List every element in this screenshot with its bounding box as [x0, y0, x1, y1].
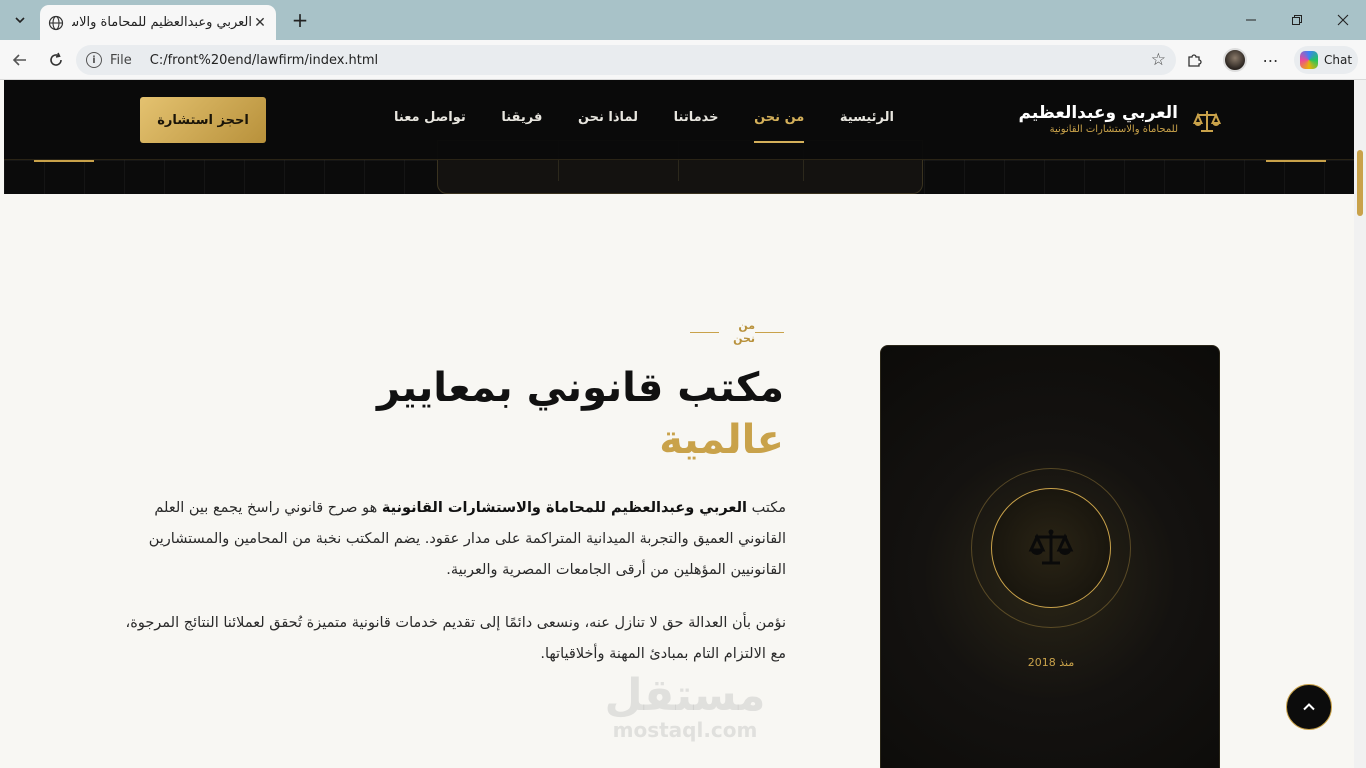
- browser-tab-bar: العربي وعبدالعظيم للمحاماة والاستشارات ا…: [0, 0, 1366, 40]
- nav-link-team[interactable]: فريقنا: [501, 110, 542, 134]
- watermark-url: mostaql.com: [612, 718, 758, 742]
- back-button[interactable]: [6, 46, 34, 74]
- copilot-icon: [1300, 51, 1318, 69]
- section-heading: مكتب قانوني بمعايير عالمية: [304, 362, 784, 466]
- extensions-button[interactable]: [1180, 46, 1208, 74]
- url-scheme: File: [110, 52, 132, 68]
- minimize-icon: [1246, 19, 1256, 21]
- nav-link-why-us[interactable]: لماذا نحن: [578, 110, 638, 134]
- decorative-line: [1266, 160, 1326, 162]
- new-tab-button[interactable]: +: [288, 8, 312, 32]
- decorative-line: [34, 160, 94, 162]
- nav-link-home[interactable]: الرئيسية: [840, 110, 894, 134]
- nav-link-about[interactable]: من نحن: [754, 110, 805, 143]
- section-label: من نحن: [690, 319, 784, 345]
- emblem-circle: [991, 488, 1111, 608]
- site-navbar: العربي وعبدالعظيم للمحاماة والاستشارات ا…: [4, 80, 1354, 160]
- nav-link-contact[interactable]: تواصل معنا: [394, 110, 466, 134]
- more-menu-button[interactable]: ⋯: [1257, 46, 1285, 74]
- nav-links: الرئيسية من نحن خدماتنا لماذا نحن فريقنا…: [394, 110, 894, 143]
- scales-icon: [1028, 529, 1074, 565]
- more-dots-icon: ⋯: [1262, 50, 1280, 70]
- puzzle-icon: [1188, 54, 1202, 67]
- book-consultation-button[interactable]: احجز استشارة: [140, 97, 266, 143]
- address-input[interactable]: i File C:/front%20end/lawfirm/index.html…: [76, 45, 1176, 75]
- scales-icon[interactable]: [1192, 106, 1222, 136]
- watermark-arabic: مستقل: [604, 670, 766, 721]
- tab-list-button[interactable]: [6, 6, 34, 34]
- nav-link-services[interactable]: خدماتنا: [674, 110, 719, 134]
- about-paragraph-2: نؤمن بأن العدالة حق لا تنازل عنه، ونسعى …: [125, 615, 786, 662]
- chat-button[interactable]: Chat: [1294, 46, 1358, 74]
- about-paragraph-1: مكتب العربي وعبدالعظيم للمحاماة والاستشا…: [124, 493, 786, 586]
- scrollbar-thumb[interactable]: [1357, 150, 1363, 216]
- close-window-button[interactable]: [1320, 0, 1366, 40]
- tab-title: العربي وعبدالعظيم للمحاماة والاستشارات ا…: [72, 15, 252, 30]
- since-year: منذ 2018: [1027, 656, 1075, 669]
- close-tab-icon[interactable]: ✕: [252, 15, 268, 31]
- restore-icon: [1292, 15, 1302, 25]
- minimize-button[interactable]: [1228, 0, 1274, 40]
- label-line: [755, 331, 784, 333]
- reload-icon: [50, 52, 62, 66]
- close-icon: [1337, 14, 1349, 26]
- chevron-up-icon: [1303, 703, 1315, 711]
- arrow-left-icon: [12, 54, 26, 66]
- info-icon[interactable]: i: [86, 52, 102, 68]
- label-line: [690, 331, 719, 333]
- chat-label: Chat: [1324, 53, 1353, 67]
- p1-prefix: مكتب: [751, 500, 786, 516]
- scroll-to-top-button[interactable]: [1286, 684, 1332, 730]
- url-text: C:/front%20end/lawfirm/index.html: [149, 52, 379, 68]
- brand-logo[interactable]: العربي وعبدالعظيم للمحاماة والاستشارات ا…: [1019, 102, 1178, 136]
- p1-bold: العربي وعبدالعظيم للمحاماة والاستشارات ا…: [381, 500, 747, 516]
- restore-button[interactable]: [1274, 0, 1320, 40]
- heading-line1: مكتب قانوني بمعايير: [376, 365, 784, 411]
- page-viewport: العربي وعبدالعظيم للمحاماة والاستشارات ا…: [4, 80, 1354, 768]
- heading-line2: عالمية: [659, 417, 784, 463]
- star-icon[interactable]: ☆: [1151, 50, 1166, 70]
- reload-button[interactable]: [42, 46, 70, 74]
- profile-avatar[interactable]: [1223, 48, 1247, 72]
- chevron-down-icon: [15, 17, 25, 24]
- page-scrollbar[interactable]: [1354, 80, 1366, 768]
- brand-subtitle: للمحاماة والاستشارات القانونية: [1049, 124, 1178, 135]
- address-bar-row: i File C:/front%20end/lawfirm/index.html…: [0, 40, 1366, 80]
- browser-tab[interactable]: العربي وعبدالعظيم للمحاماة والاستشارات ا…: [40, 5, 276, 40]
- brand-name: العربي وعبدالعظيم: [1018, 103, 1178, 123]
- about-image-card: منذ 2018: [880, 345, 1220, 768]
- globe-icon: [48, 15, 64, 31]
- mostaql-watermark: مستقل mostaql.com: [600, 670, 770, 742]
- section-label-text: من نحن: [733, 319, 756, 345]
